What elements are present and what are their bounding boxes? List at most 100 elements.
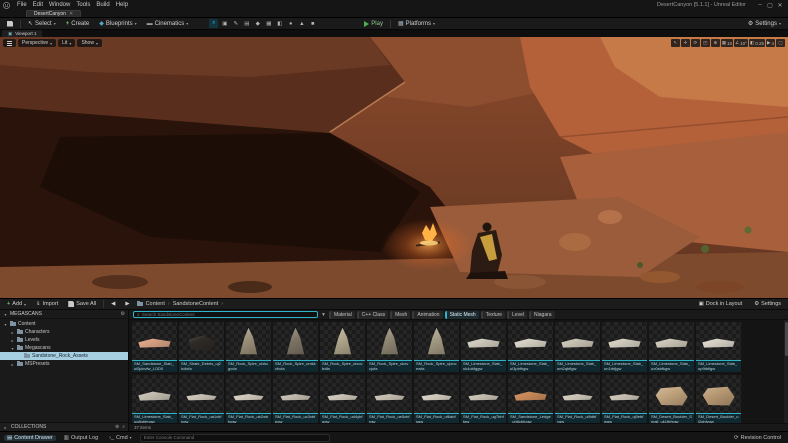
menu-edit[interactable]: Edit	[30, 2, 46, 8]
filter-chip-static-mesh[interactable]: Static Mesh	[445, 311, 479, 319]
asset-tile[interactable]: SM_Limestone_Slab_un1rbfjgw	[602, 322, 647, 372]
world-space-icon[interactable]: ⊕	[711, 39, 720, 47]
toolbar-tool-icon-0[interactable]: ⌕	[209, 19, 218, 28]
toolbar-tool-icon-3[interactable]: ▤	[242, 19, 251, 28]
menu-file[interactable]: File	[14, 2, 30, 8]
grid-snap-icon[interactable]: ▦10	[721, 39, 733, 47]
toolbar-tool-icon-1[interactable]: ▣	[220, 19, 229, 28]
revision-control-button[interactable]: ⟳ Revision Control	[731, 435, 784, 441]
platforms-dropdown[interactable]: ▦ Platforms ▾	[395, 19, 438, 28]
console-input-box[interactable]	[140, 434, 330, 442]
asset-tile[interactable]: SM_Limestone_Slab_ul3pbfhgw	[508, 322, 553, 372]
console-input[interactable]	[144, 435, 326, 440]
asset-tile[interactable]: SM_Desert_Boulder_Small_uk1fbfxgw	[649, 375, 694, 423]
selection-mode-dropdown[interactable]: ↖ Select ▾	[25, 19, 59, 28]
level-viewport[interactable]: Perspective ▾ Lit ▾ Show ▾ ↖✛⟳◰⊕▦10∠10°◧…	[0, 37, 788, 298]
asset-tile[interactable]: SM_Desert_Boulder_ul2gbfygw	[696, 375, 741, 423]
save-all-button[interactable]: Save All	[65, 301, 99, 307]
search-input[interactable]	[142, 312, 314, 317]
menu-build[interactable]: Build	[93, 2, 112, 8]
view-mode-dropdown[interactable]: Lit ▾	[58, 39, 75, 47]
gear-icon[interactable]: ⚙	[121, 311, 125, 317]
grid-scrollbar[interactable]	[784, 320, 788, 423]
asset-tile[interactable]: SM_Flat_Rock_ug7bbftgw	[461, 375, 506, 423]
menu-window[interactable]: Window	[46, 2, 73, 8]
move-tool-icon[interactable]: ✛	[681, 39, 690, 47]
cinematics-dropdown[interactable]: ▬ Cinematics ▾	[144, 20, 192, 28]
scale-snap-icon[interactable]: ◧0.25	[749, 39, 765, 47]
filter-chip-c-class[interactable]: C++ Class	[357, 311, 388, 319]
tree-item-megascans[interactable]: ▾Megascans	[0, 344, 128, 352]
dock-in-layout-button[interactable]: ▣ Dock in Layout	[696, 301, 746, 307]
rotate-tool-icon[interactable]: ⟳	[691, 39, 700, 47]
asset-tile[interactable]: SM_Rock_Spire_ulxkcgvda	[226, 322, 271, 372]
asset-tile[interactable]: SM_Rock_Spire_uixocbdfa	[320, 322, 365, 372]
filter-chip-animation[interactable]: Animation	[412, 311, 442, 319]
tree-item-levels[interactable]: ▸Levels	[0, 336, 128, 344]
filter-chip-level[interactable]: Level	[507, 311, 527, 319]
asset-tile[interactable]: SM_Sandstone_Slab_ui0jdcvfw_LOD0	[132, 322, 177, 372]
asset-tile[interactable]: SM_Limestone_Slab_uo0sbfkgw	[649, 322, 694, 372]
menu-tools[interactable]: Tools	[73, 2, 93, 8]
blueprints-dropdown[interactable]: ◆ Blueprints ▾	[96, 19, 139, 28]
save-button[interactable]	[4, 20, 16, 28]
asset-tile[interactable]: SM_Flat_Rock_uc3xbfpgw	[273, 375, 318, 423]
asset-tile[interactable]: SM_Flat_Rock_ue5zbfrgw	[367, 375, 412, 423]
asset-tile[interactable]: SM_Flat_Rock_uf6abfsgw	[414, 375, 459, 423]
collections-bar[interactable]: ▸ COLLECTIONS ⊕ ⌕	[0, 422, 128, 431]
asset-tile[interactable]: SM_Flat_Rock_uj0ebfwgw	[602, 375, 647, 423]
asset-tile[interactable]: SM_Flat_Rock_ua1vbfngw	[179, 375, 224, 423]
filter-chip-niagara[interactable]: Niagara	[529, 311, 555, 319]
toolbar-tool-icon-4[interactable]: ◆	[253, 19, 262, 28]
close-icon[interactable]: ✕	[69, 11, 73, 17]
filter-chip-mesh[interactable]: Mesh	[390, 311, 410, 319]
add-button[interactable]: + Add ▾	[4, 301, 29, 307]
filter-funnel-icon[interactable]: ▼	[321, 312, 326, 318]
play-button[interactable]: Play	[361, 20, 386, 28]
tab-viewport-1[interactable]: ▣ Viewport 1	[2, 30, 42, 37]
toolbar-tool-icon-8[interactable]: ▲	[297, 19, 306, 28]
viewport-options-menu[interactable]	[3, 39, 16, 47]
menu-help[interactable]: Help	[113, 2, 131, 8]
scale-tool-icon[interactable]: ◰	[701, 39, 710, 47]
asset-tile[interactable]: SM_Flat_Rock_ub2wbfogw	[226, 375, 271, 423]
search-icon[interactable]: ⌕	[122, 424, 125, 430]
asset-tile[interactable]: SM_Limestone_Slab_um2qbfigw	[555, 322, 600, 372]
toolbar-tool-icon-7[interactable]: ●	[286, 19, 295, 28]
select-tool-icon[interactable]: ↖	[671, 39, 680, 47]
tree-item-sandstone_rock_assets[interactable]: Sandstone_Rock_Assets	[0, 352, 128, 360]
toolbar-tool-icon-9[interactable]: ■	[308, 19, 317, 28]
filter-chip-texture[interactable]: Texture	[481, 311, 505, 319]
asset-tile[interactable]: SM_Limestone_Slab_up9tbflgw	[696, 322, 741, 372]
close-button[interactable]: ✕	[775, 2, 785, 9]
filter-chip-material[interactable]: Material	[329, 311, 355, 319]
toolbar-tool-icon-5[interactable]: ▦	[264, 19, 273, 28]
asset-tile[interactable]: SM_Limestone_Slab_uk4obfggw	[461, 322, 506, 372]
forward-button[interactable]: ▶	[122, 301, 132, 307]
asset-tile[interactable]: SM_Flat_Rock_ud4ybfqgw	[320, 375, 365, 423]
asset-tile[interactable]: SM_Sandstone_Ledge_uh8cbfugw	[508, 375, 553, 423]
show-dropdown[interactable]: Show ▾	[77, 39, 102, 47]
content-browser-settings-button[interactable]: ⚙ Settings	[751, 301, 784, 307]
output-log-button[interactable]: ▥ Output Log	[61, 435, 101, 441]
scrollbar-thumb[interactable]	[785, 322, 788, 356]
asset-search-box[interactable]: ⌕	[133, 311, 318, 318]
cmd-dropdown[interactable]: ›_ Cmd ▾	[106, 435, 135, 441]
level-tab[interactable]: DesertCanyon ✕	[26, 10, 81, 17]
tree-item-mspresets[interactable]: ▸MSPresets	[0, 360, 128, 368]
breadcrumb-folder[interactable]: SandstoneContent	[173, 301, 219, 307]
breadcrumb-content[interactable]: Content	[146, 301, 165, 307]
back-button[interactable]: ◀	[108, 301, 118, 307]
perspective-dropdown[interactable]: Perspective ▾	[18, 39, 56, 47]
rotation-snap-icon[interactable]: ∠10°	[734, 39, 748, 47]
toolbar-tool-icon-6[interactable]: ◧	[275, 19, 284, 28]
asset-tile[interactable]: SM_Flat_Rock_ui9dbfvgw	[555, 375, 600, 423]
tree-header[interactable]: ▾ MEGASCANS ⚙	[0, 310, 128, 319]
asset-tile[interactable]: SM_Rock_Spire_umkkcfvda	[273, 322, 318, 372]
asset-tile[interactable]: SM_Shale_Debris_uj2hdixfa	[179, 322, 224, 372]
tree-item-content[interactable]: ▾Content	[0, 320, 128, 328]
import-button[interactable]: ⇓ Import	[33, 301, 61, 307]
maximize-viewport-icon[interactable]: ▢	[776, 39, 785, 47]
settings-dropdown[interactable]: ⚙ Settings ▾	[745, 19, 784, 28]
camera-speed-icon[interactable]: ▶4	[766, 39, 775, 47]
